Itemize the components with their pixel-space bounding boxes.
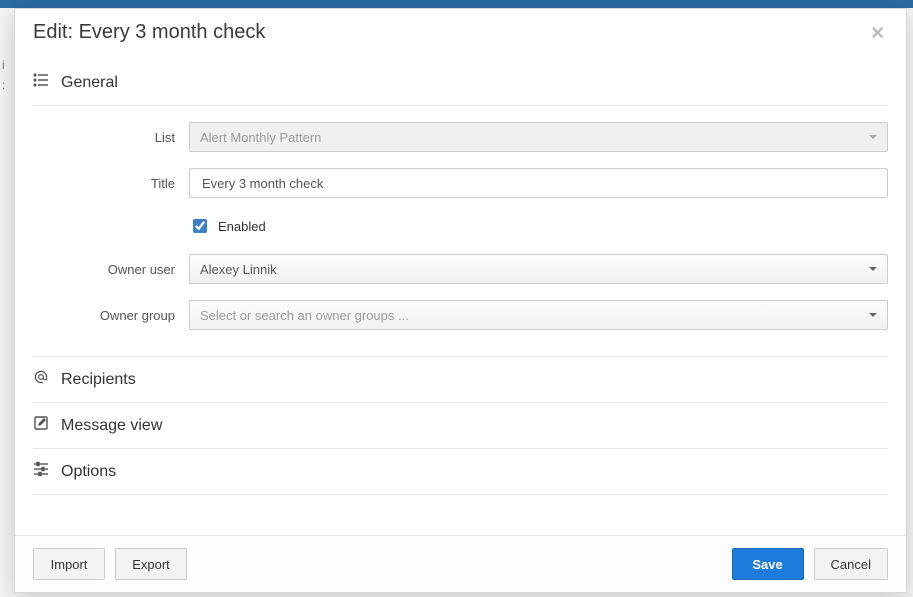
field-control: Alert Monthly Pattern: [189, 122, 888, 152]
section-header-message-view[interactable]: Message view: [33, 403, 888, 448]
field-owner-group: Owner group Select or search an owner gr…: [33, 300, 888, 330]
section-recipients: Recipients: [33, 357, 888, 403]
section-message-view: Message view: [33, 403, 888, 449]
section-label: Message view: [61, 417, 162, 435]
modal-title: Edit: Every 3 month check: [33, 21, 265, 44]
edit-modal: Edit: Every 3 month check × General L: [14, 8, 907, 593]
owner-user-select[interactable]: Alexey Linnik: [189, 254, 888, 284]
section-header-recipients[interactable]: Recipients: [33, 357, 888, 402]
section-header-general[interactable]: General: [33, 54, 888, 105]
field-list: List Alert Monthly Pattern: [33, 122, 888, 152]
close-button[interactable]: ×: [867, 22, 888, 44]
owner-group-select[interactable]: Select or search an owner groups ...: [189, 300, 888, 330]
import-button[interactable]: Import: [33, 548, 105, 580]
modal-header: Edit: Every 3 month check ×: [15, 9, 906, 54]
select-placeholder: Select or search an owner groups ...: [200, 308, 409, 323]
field-title: Title: [33, 168, 888, 198]
enabled-label: Enabled: [218, 219, 266, 234]
bg-char-2: :: [2, 78, 5, 92]
chevron-down-icon: [869, 135, 877, 139]
field-owner-user: Owner user Alexey Linnik: [33, 254, 888, 284]
export-button[interactable]: Export: [115, 548, 187, 580]
section-label: General: [61, 74, 118, 92]
field-control: Alexey Linnik: [189, 254, 888, 284]
field-control: Select or search an owner groups ...: [189, 300, 888, 330]
sliders-icon: [33, 461, 49, 482]
field-control: Enabled: [189, 214, 888, 238]
section-general: General List Alert Monthly Pattern Title: [33, 54, 888, 357]
list-icon: [33, 72, 49, 93]
save-button[interactable]: Save: [732, 548, 804, 580]
close-icon: ×: [871, 20, 884, 45]
modal-body: General List Alert Monthly Pattern Title: [15, 54, 906, 535]
field-enabled: Enabled: [33, 214, 888, 238]
edit-icon: [33, 415, 49, 436]
list-select: Alert Monthly Pattern: [189, 122, 888, 152]
select-value: Alexey Linnik: [200, 262, 277, 277]
title-input[interactable]: [200, 169, 859, 197]
field-control: [189, 168, 888, 198]
section-label: Recipients: [61, 371, 136, 389]
section-label: Options: [61, 463, 116, 481]
field-label: Owner user: [33, 262, 189, 277]
modal-footer: Import Export Save Cancel: [15, 535, 906, 592]
bg-char-1: i: [2, 58, 5, 72]
chevron-down-icon: [869, 313, 877, 317]
field-label: Owner group: [33, 308, 189, 323]
app-topbar: [0, 0, 913, 8]
section-header-options[interactable]: Options: [33, 449, 888, 494]
select-value: Alert Monthly Pattern: [200, 130, 321, 145]
enabled-checkbox[interactable]: [193, 219, 207, 233]
field-label: Title: [33, 176, 189, 191]
title-input-wrap: [189, 168, 888, 198]
at-icon: [33, 369, 49, 390]
section-options: Options: [33, 449, 888, 495]
field-label: List: [33, 130, 189, 145]
cancel-button[interactable]: Cancel: [814, 548, 888, 580]
chevron-down-icon: [869, 267, 877, 271]
general-body: List Alert Monthly Pattern Title: [33, 105, 888, 356]
